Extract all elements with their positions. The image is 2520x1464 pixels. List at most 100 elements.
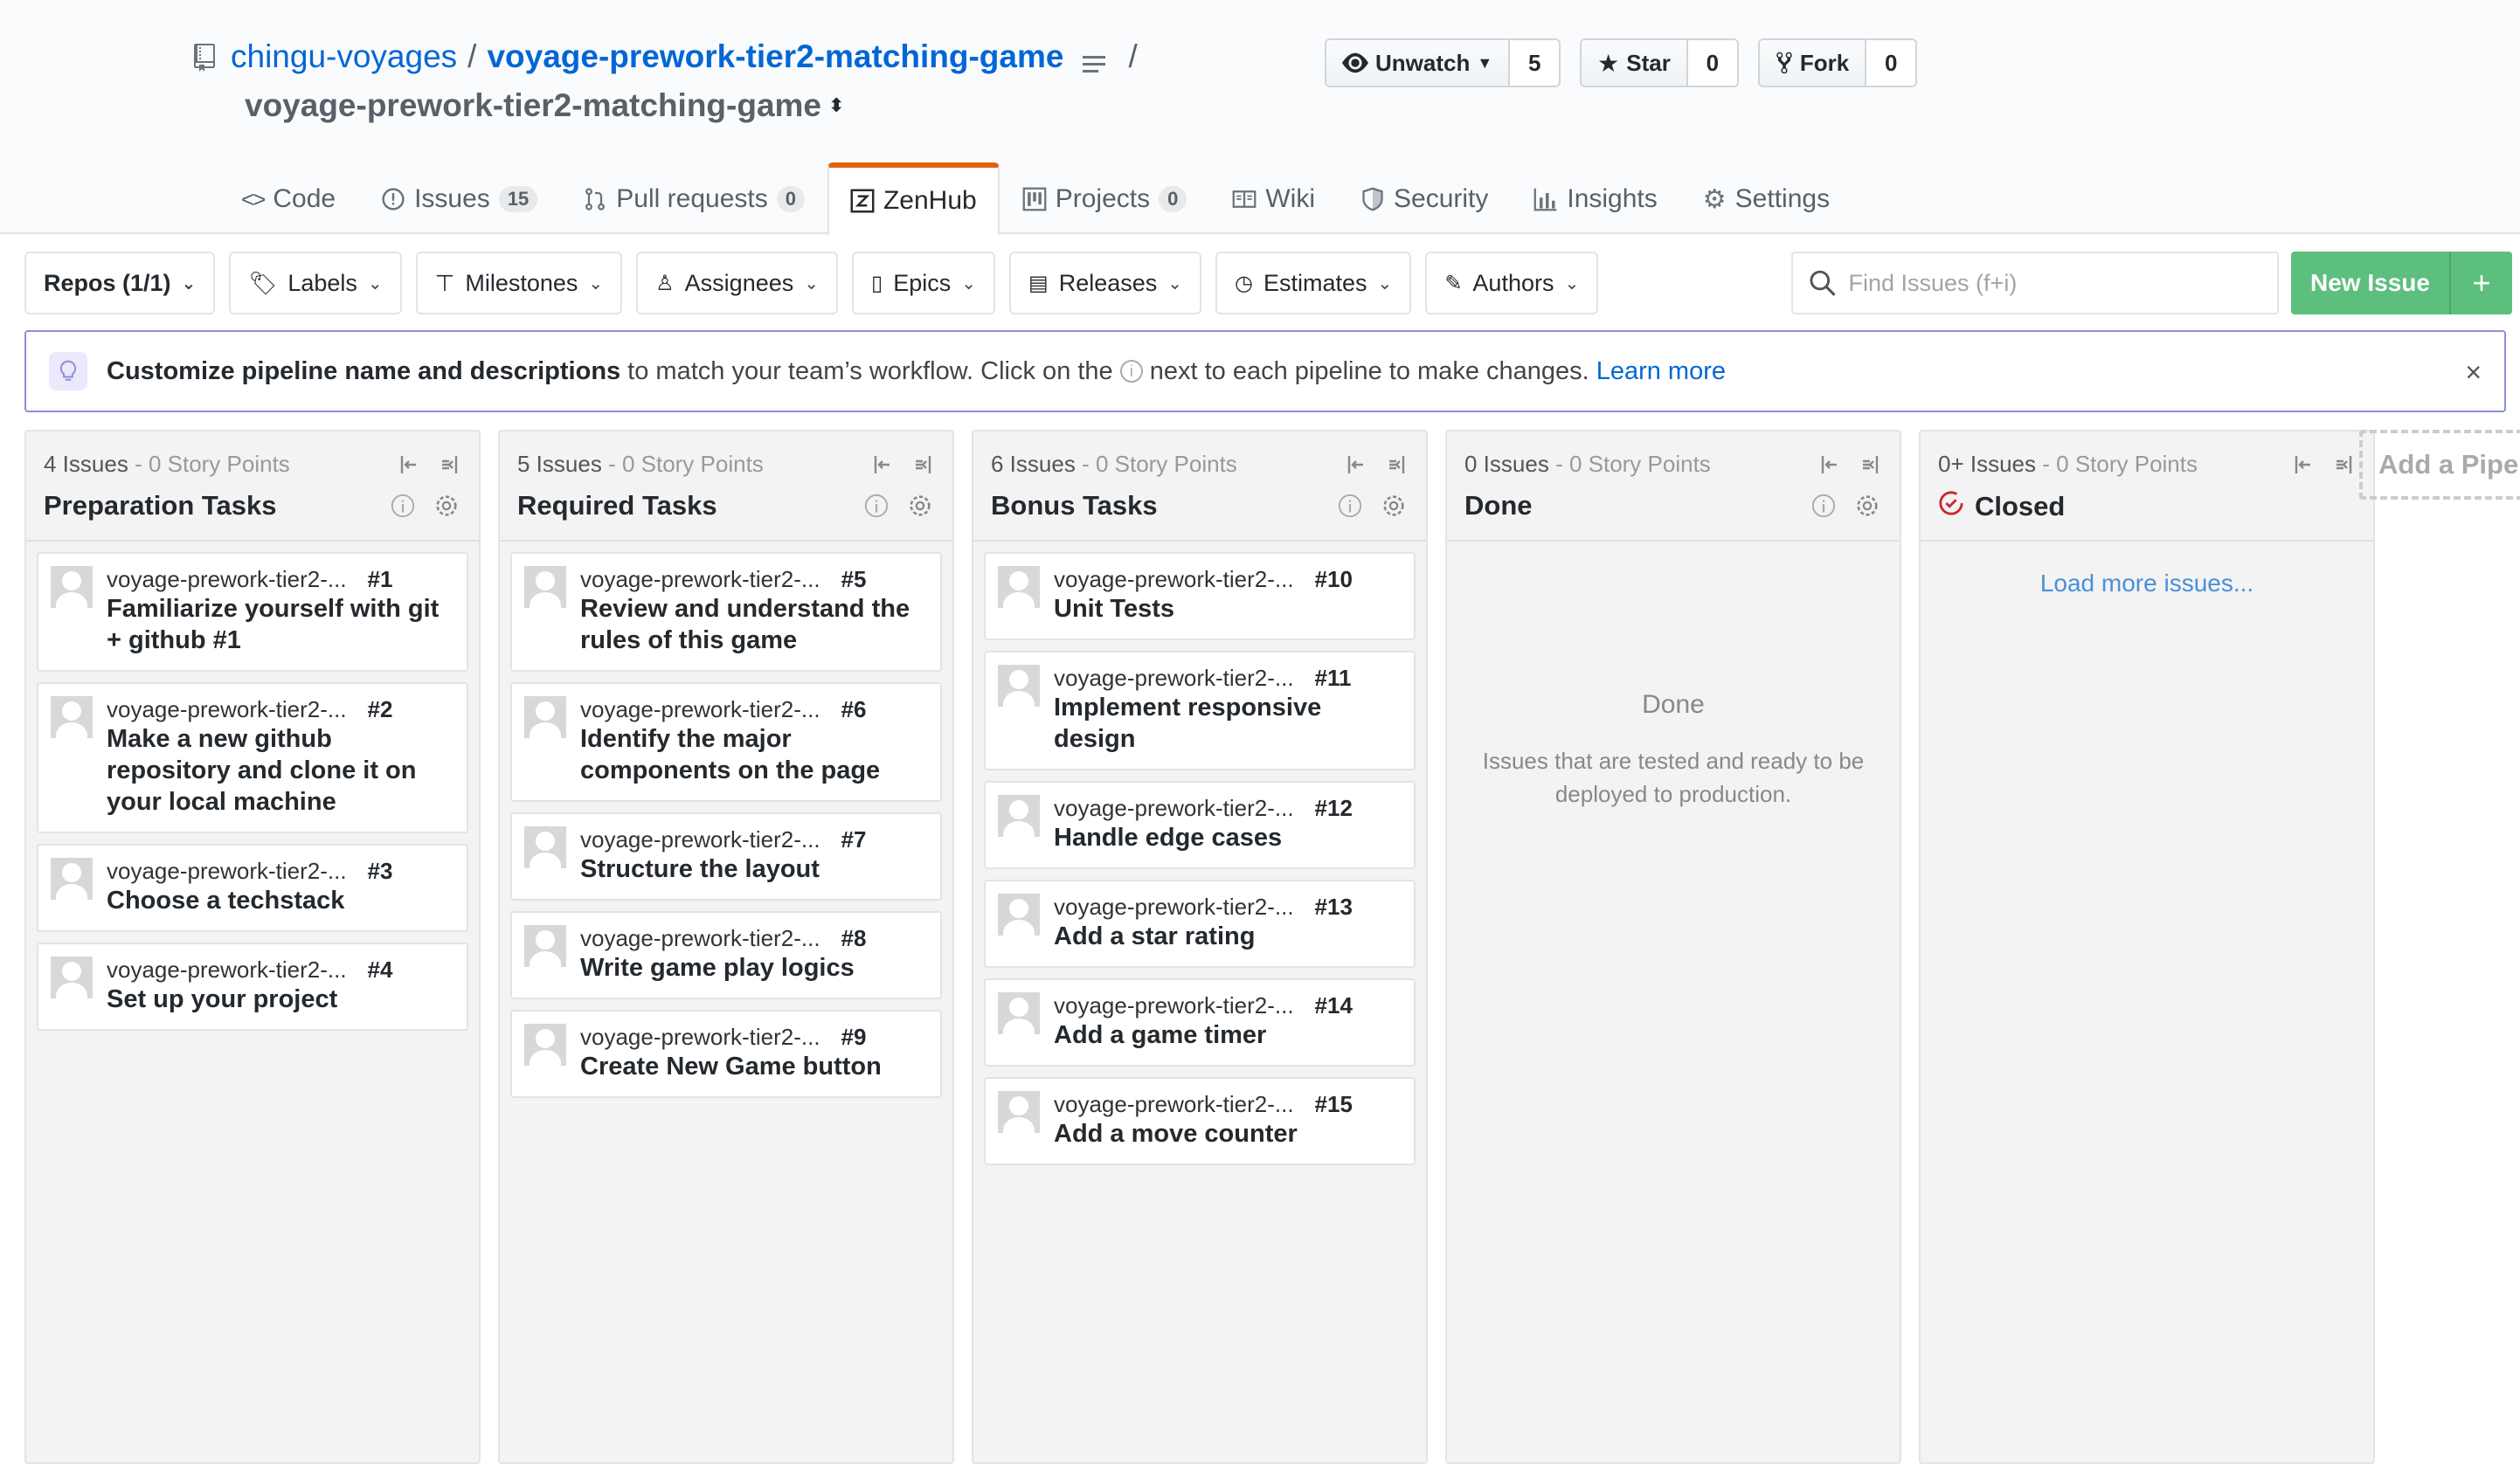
labels-filter-label: Labels [287,269,357,296]
eye-icon [1342,52,1368,73]
close-icon[interactable]: × [2465,356,2482,389]
issue-card[interactable]: voyage-prework-tier2-... #13 Add a star ra… [984,880,1416,968]
assignees-filter[interactable]: ♙ Assignees ⌄ [636,252,839,314]
expand-icon[interactable] [2333,454,2354,475]
issue-card[interactable]: voyage-prework-tier2-... #12 Handle edge c… [984,781,1416,869]
tab-zenhub[interactable]: ZenHub [827,162,1000,236]
pipeline-header: 5 Issues - 0 Story Points Required Tasks [500,432,952,542]
add-pipeline-button[interactable]: Add a Pipeline [2359,430,2520,500]
card-body: voyage-prework-tier2-... #8 Write game pla… [580,925,928,984]
issue-card[interactable]: voyage-prework-tier2-... #5 Review and und… [510,552,942,672]
card-repo: voyage-prework-tier2-... [1054,795,1294,821]
new-issue-button[interactable]: New Issue [2291,252,2449,314]
search-input[interactable] [1848,269,2261,297]
issue-card[interactable]: voyage-prework-tier2-... #9 Create New Gam… [510,1010,942,1098]
menu-icon[interactable] [1083,46,1109,73]
customize-banner: Customize pipeline name and descriptions… [24,330,2506,412]
tab-issues[interactable]: Issues 15 [358,162,560,236]
collapse-icon[interactable] [398,454,419,475]
gear-icon[interactable] [907,493,933,519]
repo-name-link[interactable]: voyage-prework-tier2-matching-game [487,38,1063,75]
info-icon[interactable] [390,493,416,519]
card-repo: voyage-prework-tier2-... [580,925,820,951]
card-body: voyage-prework-tier2-... #3 Choose a techs… [107,858,454,916]
pipeline-tools [872,454,933,475]
tab-settings[interactable]: ⚙ Settings [1680,162,1852,236]
authors-filter[interactable]: ✎ Authors ⌄ [1425,252,1599,314]
tab-code[interactable]: <> Code [218,162,358,236]
card-title: Make a new github repository and clone i… [107,725,417,816]
epics-filter[interactable]: ▯ Epics ⌄ [852,252,996,314]
pipeline-closed: 0+ Issues - 0 Story Points Closed Load mor… [1919,430,2375,1464]
tab-projects[interactable]: Projects 0 [1000,162,1210,236]
empty-title: Done [1642,690,1705,719]
issue-card[interactable]: voyage-prework-tier2-... #6 Identify the m… [510,682,942,802]
load-more-link[interactable]: Load more issues... [1921,570,2373,597]
watch-button[interactable]: Unwatch ▼ [1326,40,1511,86]
issue-count: 0+ Issues [1938,451,2037,477]
collapse-icon[interactable] [1346,454,1367,475]
tab-wiki[interactable]: Wiki [1209,162,1338,236]
issue-card[interactable]: voyage-prework-tier2-... #1 Familiarize yo… [37,552,468,672]
expand-icon[interactable] [912,454,933,475]
collapse-icon[interactable] [1819,454,1840,475]
card-number: #14 [1314,992,1353,1019]
collapse-icon[interactable] [872,454,893,475]
issue-card[interactable]: voyage-prework-tier2-... #15 Add a move co… [984,1077,1416,1165]
pipeline-name: Closed [1938,490,2356,523]
avatar [524,826,566,868]
expand-icon[interactable] [1386,454,1407,475]
pipeline-header: 4 Issues - 0 Story Points Preparation Tas… [26,432,479,542]
tab-label: ZenHub [883,186,977,215]
board-repo-select[interactable]: voyage-prework-tier2-matching-game ⬍ [245,87,844,124]
issue-card[interactable]: voyage-prework-tier2-... #2 Make a new git… [37,682,468,833]
issue-card[interactable]: voyage-prework-tier2-... #8 Write game pla… [510,911,942,999]
learn-more-link[interactable]: Learn more [1596,357,1726,386]
card-repo: voyage-prework-tier2-... [1054,1091,1294,1117]
gear-icon: ⚙ [1702,184,1727,214]
gear-icon[interactable] [1854,493,1880,519]
estimates-filter[interactable]: ◷ Estimates ⌄ [1215,252,1412,314]
card-body: voyage-prework-tier2-... #6 Identify the m… [580,696,928,786]
gear-icon[interactable] [1381,493,1407,519]
search-box [1791,252,2279,314]
repos-filter[interactable]: Repos (1/1) ⌄ [24,252,216,314]
collapse-icon[interactable] [2293,454,2314,475]
milestones-filter-label: Milestones [465,269,578,296]
tab-pull-requests[interactable]: Pull requests 0 [560,162,827,236]
repo-icon [194,43,218,72]
gear-icon[interactable] [433,493,460,519]
issue-card[interactable]: voyage-prework-tier2-... #11 Implement res… [984,651,1416,770]
info-icon[interactable] [1337,493,1363,519]
pipeline-title: Preparation Tasks [44,490,277,521]
issue-card[interactable]: voyage-prework-tier2-... #10 Unit Tests [984,552,1416,640]
repo-owner-link[interactable]: chingu-voyages [231,38,457,75]
issue-card[interactable]: voyage-prework-tier2-... #14 Add a game ti… [984,978,1416,1067]
avatar [998,566,1040,608]
pipeline-settings [390,493,460,519]
issue-count: 0 Issues [1464,451,1549,477]
milestone-icon: ⊤ [434,269,455,296]
issue-card[interactable]: voyage-prework-tier2-... #3 Choose a techs… [37,844,468,932]
fork-button[interactable]: Fork [1759,40,1867,86]
expand-icon[interactable] [1859,454,1880,475]
chevron-down-icon: ⌄ [1377,273,1393,293]
expand-icon[interactable] [439,454,460,475]
watch-count[interactable]: 5 [1510,40,1560,86]
card-meta: voyage-prework-tier2-... #13 [1054,894,1402,921]
star-count[interactable]: 0 [1687,40,1737,86]
card-number: #3 [367,858,393,884]
tab-insights[interactable]: Insights [1511,162,1679,236]
info-icon[interactable] [1810,493,1837,519]
tab-security[interactable]: Security [1338,162,1511,236]
labels-filter[interactable]: 🏷 Labels ⌄ [229,252,402,314]
fork-count[interactable]: 0 [1866,40,1916,86]
milestones-filter[interactable]: ⊤ Milestones ⌄ [415,252,623,314]
person-icon: ♙ [655,271,675,295]
star-button[interactable]: ★ Star [1582,40,1688,86]
issue-card[interactable]: voyage-prework-tier2-... #4 Set up your pr… [37,943,468,1031]
issue-card[interactable]: voyage-prework-tier2-... #7 Structure the … [510,812,942,901]
releases-filter[interactable]: ▤ Releases ⌄ [1009,252,1202,314]
new-issue-plus-button[interactable]: + [2448,252,2512,314]
info-icon[interactable] [863,493,890,519]
